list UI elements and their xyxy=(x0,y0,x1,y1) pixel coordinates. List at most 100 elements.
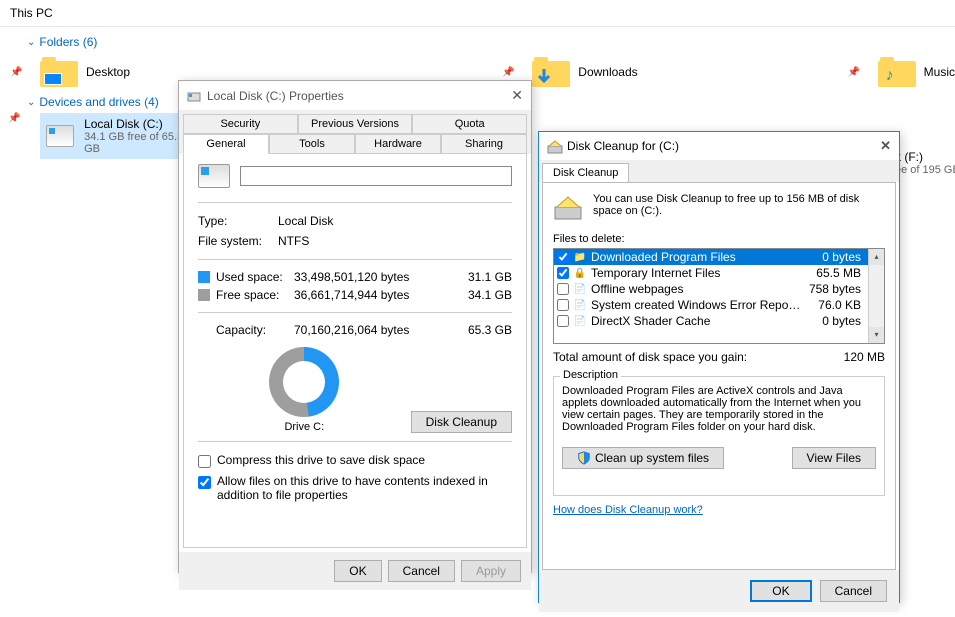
tab-general[interactable]: General xyxy=(183,134,269,154)
file-size: 758 bytes xyxy=(805,282,865,296)
file-name: DirectX Shader Cache xyxy=(591,314,801,328)
file-name: Downloaded Program Files xyxy=(591,250,801,264)
drive-name: k (F:) xyxy=(895,150,955,164)
cancel-button[interactable]: Cancel xyxy=(388,560,455,582)
tab-sharing[interactable]: Sharing xyxy=(441,134,527,154)
file-list-row[interactable]: 📄DirectX Shader Cache0 bytes xyxy=(554,313,868,329)
file-checkbox[interactable] xyxy=(557,283,569,295)
properties-dialog: Local Disk (C:) Properties ✕ Security Pr… xyxy=(178,80,532,573)
folder-item-music[interactable]: 📌 ♪ Music xyxy=(878,57,955,87)
used-space-gb: 31.1 GB xyxy=(468,270,512,284)
pin-icon: 📌 xyxy=(8,113,20,124)
total-gain-label: Total amount of disk space you gain: xyxy=(553,350,844,364)
dialog-title: Local Disk (C:) Properties xyxy=(207,89,505,103)
tab-tools[interactable]: Tools xyxy=(269,134,355,154)
used-space-swatch xyxy=(198,271,210,283)
tab-disk-cleanup[interactable]: Disk Cleanup xyxy=(542,163,629,182)
file-size: 0 bytes xyxy=(805,314,865,328)
file-name: System created Windows Error Reporti... xyxy=(591,298,801,312)
folder-label: Downloads xyxy=(578,65,637,79)
apply-button[interactable]: Apply xyxy=(461,560,521,582)
description-text: Downloaded Program Files are ActiveX con… xyxy=(562,385,876,433)
folder-icon xyxy=(532,57,570,87)
file-list-row[interactable]: 🔒Temporary Internet Files65.5 MB xyxy=(554,265,868,281)
disk-cleanup-icon xyxy=(553,193,583,223)
total-gain-value: 120 MB xyxy=(844,350,885,364)
compress-checkbox-row[interactable]: Compress this drive to save disk space xyxy=(198,450,512,471)
files-list[interactable]: 📁Downloaded Program Files0 bytes🔒Tempora… xyxy=(553,248,885,344)
description-legend: Description xyxy=(560,369,621,381)
drive-name-input[interactable] xyxy=(240,166,512,186)
file-list-row[interactable]: 📁 Downloaded Program Files 0 bytes xyxy=(554,249,868,265)
dialog-titlebar[interactable]: Disk Cleanup for (C:) ✕ xyxy=(539,132,899,160)
scrollbar[interactable]: ▴ ▾ xyxy=(868,249,884,343)
folder-item-downloads[interactable]: 📌 Downloads xyxy=(532,57,637,87)
file-size: 0 bytes xyxy=(805,250,865,264)
folder-label: Music xyxy=(924,65,955,79)
folder-item-desktop[interactable]: 📌 Desktop xyxy=(40,57,130,87)
capacity-pie-chart xyxy=(269,347,339,417)
tab-previous-versions[interactable]: Previous Versions xyxy=(298,114,413,134)
file-checkbox[interactable] xyxy=(557,299,569,311)
used-space-bytes: 33,498,501,120 bytes xyxy=(294,270,468,284)
file-list-row[interactable]: 📄 Offline webpages 758 bytes xyxy=(554,281,868,297)
type-value: Local Disk xyxy=(278,214,512,228)
pin-icon: 📌 xyxy=(848,67,860,78)
page-icon: 📄 xyxy=(573,282,587,296)
chevron-down-icon: ⌄ xyxy=(27,97,35,108)
folder-label: Desktop xyxy=(86,65,130,79)
drive-icon xyxy=(198,164,230,188)
page-title: This PC xyxy=(0,0,955,27)
folder-icon xyxy=(40,57,78,87)
file-checkbox[interactable] xyxy=(557,315,569,327)
clean-system-files-button[interactable]: Clean up system files xyxy=(562,447,724,469)
files-to-delete-label: Files to delete: xyxy=(553,233,885,245)
index-checkbox[interactable] xyxy=(198,476,211,489)
free-space-swatch xyxy=(198,289,210,301)
tab-security[interactable]: Security xyxy=(183,114,298,134)
chevron-down-icon: ⌄ xyxy=(27,37,35,48)
scroll-down-button[interactable]: ▾ xyxy=(869,327,884,343)
drive-item-c[interactable]: Local Disk (C:) 34.1 GB free of 65.3 GB xyxy=(40,113,200,159)
ok-button[interactable]: OK xyxy=(334,560,381,582)
file-list-row[interactable]: 📄 System created Windows Error Reporti...… xyxy=(554,297,868,313)
filesystem-value: NTFS xyxy=(278,234,512,248)
description-box: Description Downloaded Program Files are… xyxy=(553,376,885,496)
file-name: Offline webpages xyxy=(591,282,801,296)
scroll-up-button[interactable]: ▴ xyxy=(869,249,884,265)
help-link[interactable]: How does Disk Cleanup work? xyxy=(553,504,885,516)
ok-button[interactable]: OK xyxy=(750,580,811,602)
tab-hardware[interactable]: Hardware xyxy=(355,134,441,154)
type-label: Type: xyxy=(198,214,278,228)
compress-checkbox[interactable] xyxy=(198,455,211,468)
cleanup-intro-text: You can use Disk Cleanup to free up to 1… xyxy=(593,193,885,223)
shield-icon xyxy=(577,451,591,465)
cancel-button[interactable]: Cancel xyxy=(820,580,887,602)
capacity-label: Capacity: xyxy=(198,323,294,337)
file-name: Temporary Internet Files xyxy=(591,266,801,280)
free-space-label: Free space: xyxy=(216,288,294,302)
close-icon[interactable]: ✕ xyxy=(511,87,523,104)
file-checkbox[interactable] xyxy=(557,251,569,263)
disk-cleanup-dialog: Disk Cleanup for (C:) ✕ Disk Cleanup You… xyxy=(538,131,900,603)
close-icon[interactable]: ✕ xyxy=(880,138,891,154)
download-arrow-icon xyxy=(534,67,554,87)
disk-cleanup-button[interactable]: Disk Cleanup xyxy=(411,411,512,433)
free-space-bytes: 36,661,714,944 bytes xyxy=(294,288,468,302)
clean-system-files-label: Clean up system files xyxy=(595,451,709,465)
page-icon: 📄 xyxy=(573,298,587,312)
dialog-titlebar[interactable]: Local Disk (C:) Properties ✕ xyxy=(179,81,531,110)
index-label: Allow files on this drive to have conten… xyxy=(217,474,512,502)
drive-icon xyxy=(187,89,201,103)
index-checkbox-row[interactable]: Allow files on this drive to have conten… xyxy=(198,471,512,505)
file-size: 76.0 KB xyxy=(805,298,865,312)
pin-icon: 📌 xyxy=(502,67,514,78)
view-files-button[interactable]: View Files xyxy=(792,447,876,469)
file-checkbox[interactable] xyxy=(557,267,569,279)
folder-icon: 📁 xyxy=(573,250,587,264)
folders-section-header[interactable]: ⌄ Folders (6) xyxy=(0,27,955,53)
tab-quota[interactable]: Quota xyxy=(412,114,527,134)
pie-label: Drive C: xyxy=(198,421,411,433)
devices-header-label: Devices and drives (4) xyxy=(39,95,158,109)
dialog-title: Disk Cleanup for (C:) xyxy=(567,139,874,153)
